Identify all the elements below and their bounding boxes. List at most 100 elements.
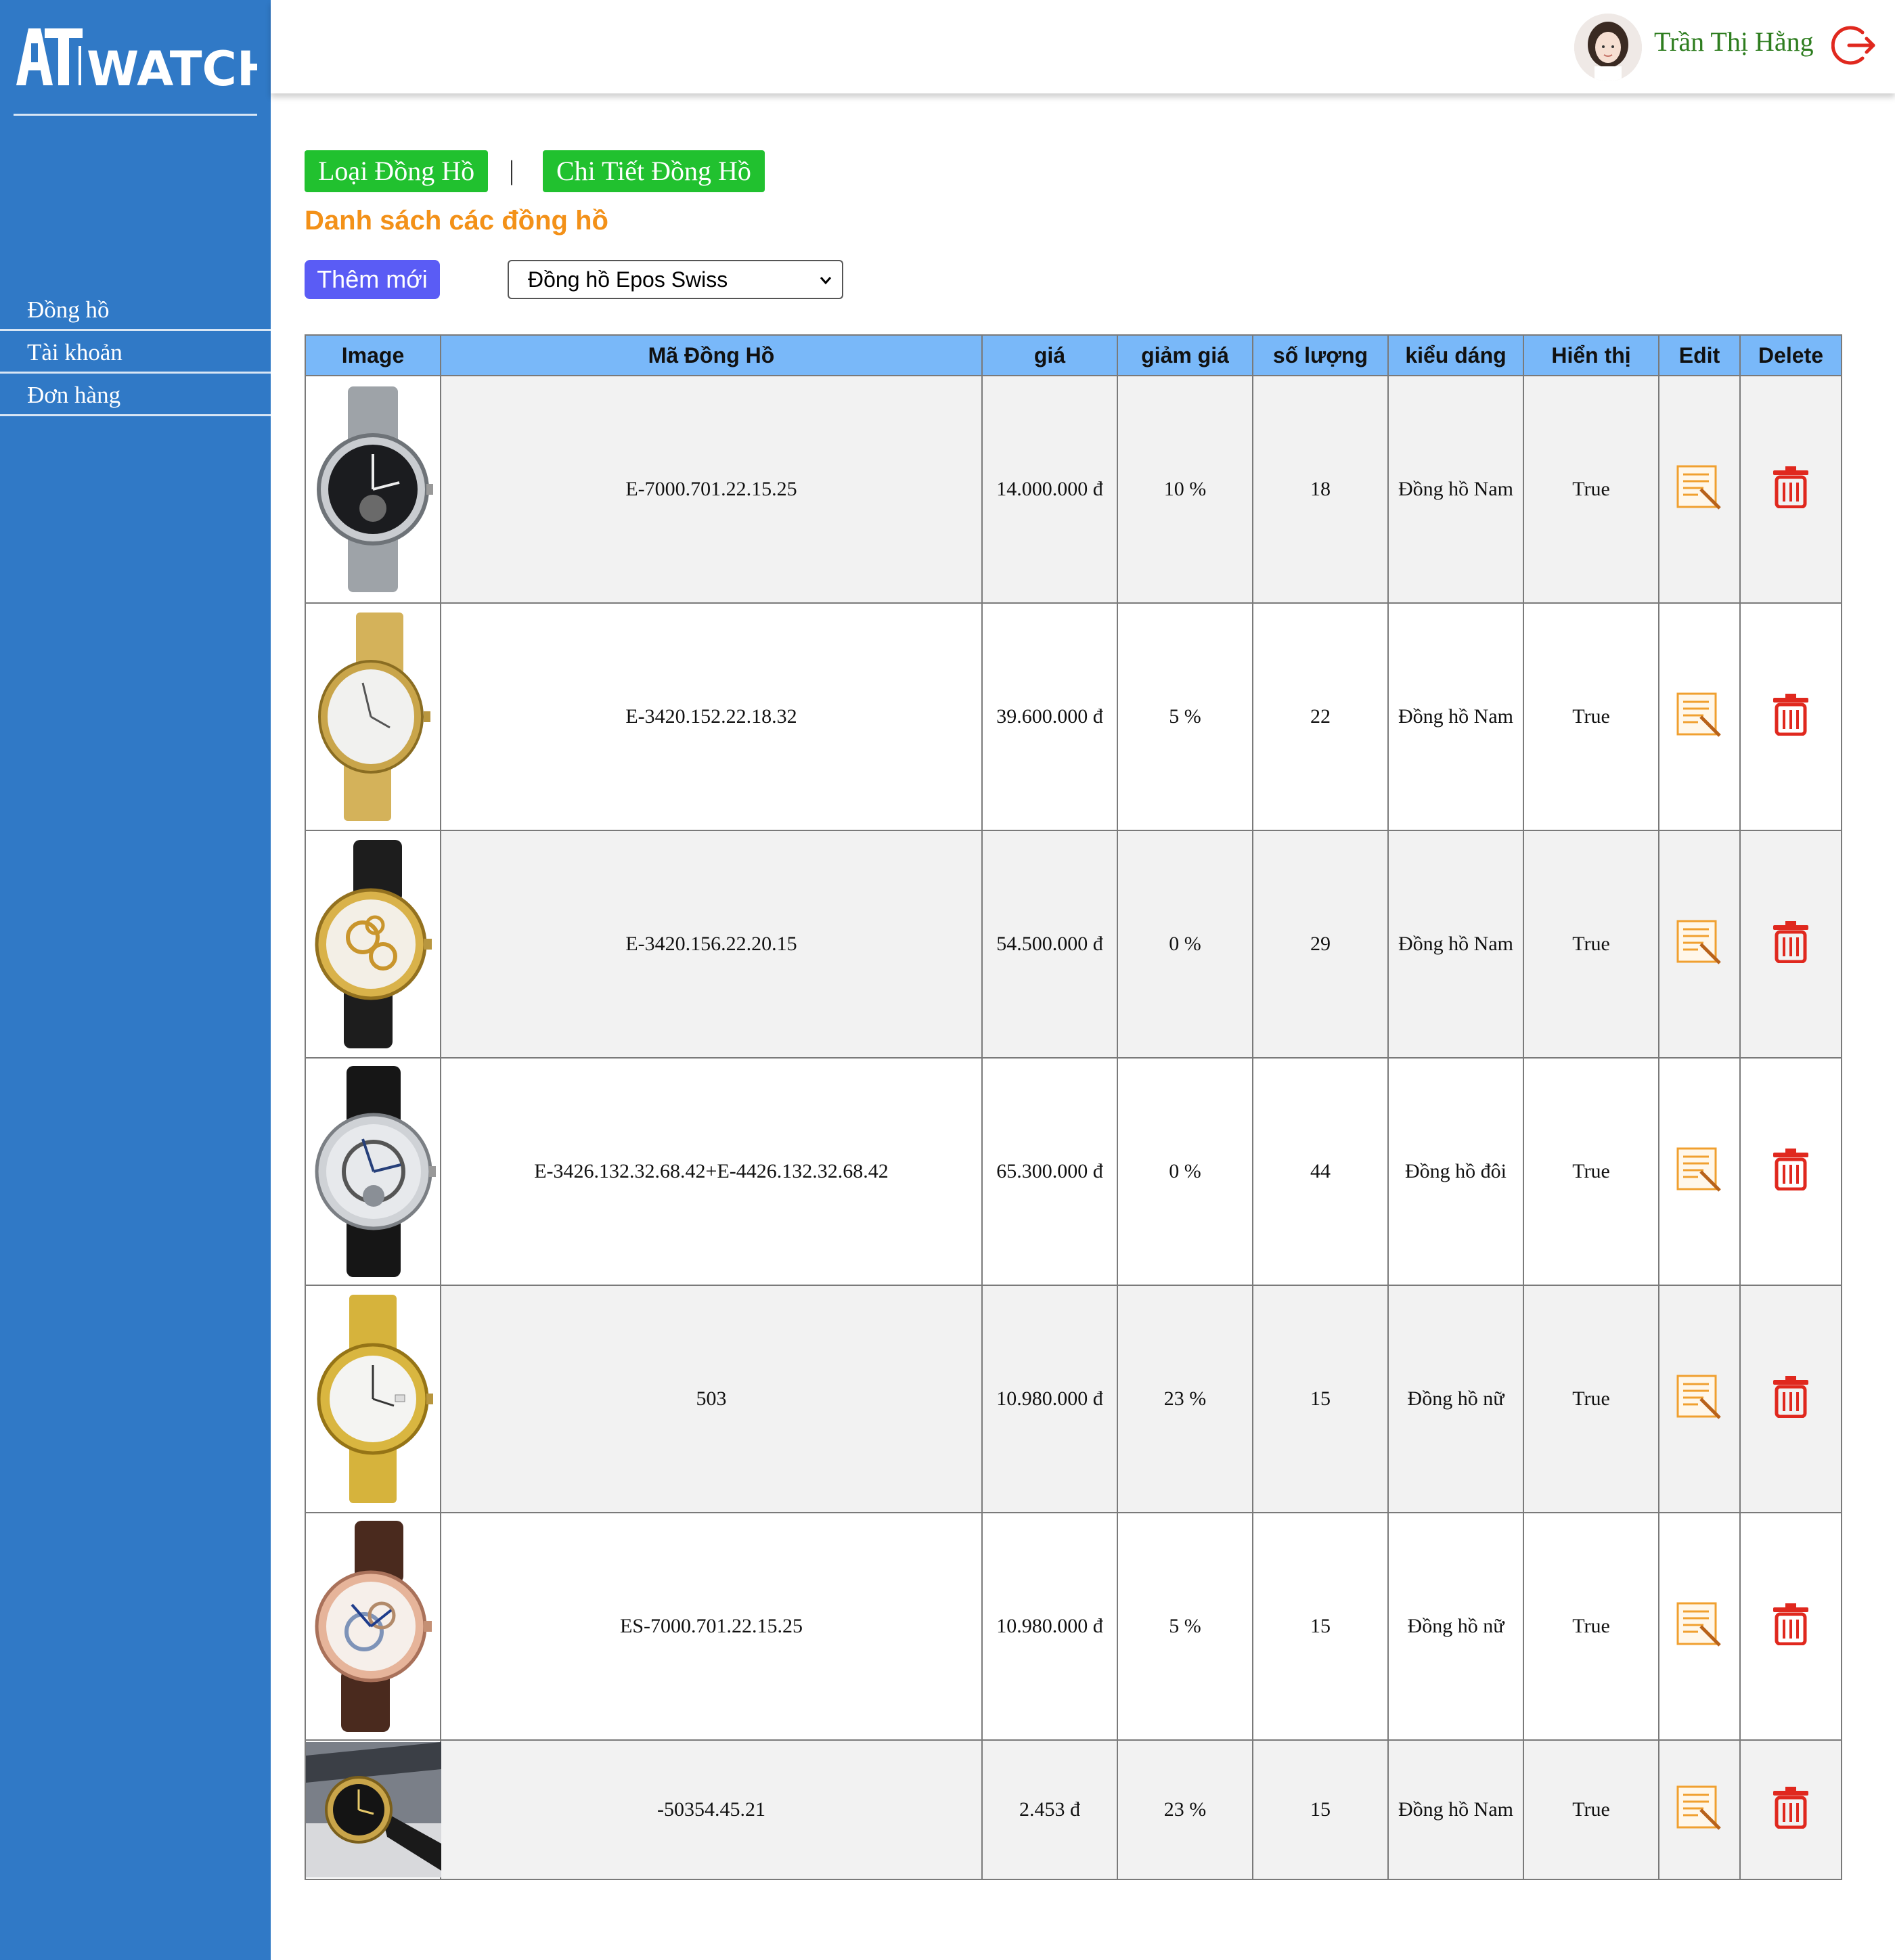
watch-price: 14.000.000 đ bbox=[981, 375, 1118, 604]
watch-style: Đồng hồ đôi bbox=[1387, 1057, 1524, 1286]
logo-divider bbox=[14, 114, 257, 116]
watch-code: -50354.45.21 bbox=[440, 1739, 983, 1880]
watch-image-cell bbox=[305, 1739, 441, 1880]
watch-image-cell bbox=[305, 602, 441, 831]
top-bar: Trần Thị Hằng bbox=[271, 0, 1895, 93]
watch-image-cell bbox=[305, 1512, 441, 1741]
page-title: Danh sách các đồng hồ bbox=[305, 206, 608, 236]
watch-style: Đồng hồ Nam bbox=[1387, 1739, 1524, 1880]
watch-quantity: 44 bbox=[1252, 1057, 1389, 1286]
table-row: E-3426.132.32.68.42+E-4426.132.32.68.42 … bbox=[305, 1057, 1842, 1286]
watch-style: Đồng hồ Nam bbox=[1387, 830, 1524, 1059]
watch-discount: 5 % bbox=[1117, 1512, 1253, 1741]
col-header-price[interactable]: giá bbox=[981, 334, 1118, 376]
watch-style: Đồng hồ Nam bbox=[1387, 602, 1524, 831]
edit-document-icon[interactable] bbox=[1675, 917, 1724, 966]
trash-icon[interactable] bbox=[1772, 1602, 1810, 1645]
sidebar-item-accounts[interactable]: Tài khoản bbox=[0, 331, 271, 374]
add-new-button[interactable]: Thêm mới bbox=[305, 260, 440, 299]
col-header-visible[interactable]: Hiển thị bbox=[1523, 334, 1659, 376]
watch-style: Đồng hồ nữ bbox=[1387, 1285, 1524, 1513]
trash-icon[interactable] bbox=[1772, 465, 1810, 508]
trash-icon[interactable] bbox=[1772, 1375, 1810, 1418]
edit-document-icon[interactable] bbox=[1675, 1599, 1724, 1648]
edit-cell bbox=[1658, 375, 1741, 604]
watch-discount: 5 % bbox=[1117, 602, 1253, 831]
trash-icon[interactable] bbox=[1772, 1785, 1810, 1829]
watch-visible: True bbox=[1523, 1285, 1659, 1513]
watch-thumbnail[interactable] bbox=[309, 1291, 437, 1507]
logout-icon[interactable] bbox=[1831, 23, 1876, 68]
edit-cell bbox=[1658, 1057, 1741, 1286]
watch-quantity: 22 bbox=[1252, 602, 1389, 831]
delete-cell bbox=[1739, 1739, 1842, 1880]
watch-thumbnail[interactable] bbox=[309, 1518, 437, 1735]
watch-discount: 23 % bbox=[1117, 1285, 1253, 1513]
watch-thumbnail[interactable] bbox=[309, 1063, 437, 1280]
col-header-delete[interactable]: Delete bbox=[1739, 334, 1842, 376]
watch-price: 2.453 đ bbox=[981, 1739, 1118, 1880]
edit-document-icon[interactable] bbox=[1675, 690, 1724, 738]
watch-code: E-3426.132.32.68.42+E-4426.132.32.68.42 bbox=[440, 1057, 983, 1286]
edit-cell bbox=[1658, 1739, 1741, 1880]
watch-image-cell bbox=[305, 1057, 441, 1286]
watch-visible: True bbox=[1523, 1739, 1659, 1880]
trash-icon[interactable] bbox=[1772, 692, 1810, 736]
delete-cell bbox=[1739, 1512, 1842, 1741]
table-row: E-3420.152.22.18.32 39.600.000 đ 5 % 22 … bbox=[305, 602, 1842, 831]
col-header-code[interactable]: Mã Đồng Hồ bbox=[440, 334, 983, 376]
watch-table: Image Mã Đồng Hồ giá giảm giá số lượng k… bbox=[305, 334, 1842, 1880]
watch-price: 10.980.000 đ bbox=[981, 1285, 1118, 1513]
watch-thumbnail[interactable] bbox=[309, 381, 437, 598]
table-row: E-3420.156.22.20.15 54.500.000 đ 0 % 29 … bbox=[305, 830, 1842, 1059]
watch-visible: True bbox=[1523, 1512, 1659, 1741]
watch-thumbnail[interactable] bbox=[309, 608, 437, 825]
avatar[interactable] bbox=[1574, 14, 1642, 81]
watch-thumbnail[interactable] bbox=[306, 1742, 441, 1877]
watch-quantity: 15 bbox=[1252, 1512, 1389, 1741]
watch-quantity: 18 bbox=[1252, 375, 1389, 604]
watch-visible: True bbox=[1523, 830, 1659, 1059]
table-row: -50354.45.21 2.453 đ 23 % 15 Đồng hồ Nam… bbox=[305, 1739, 1842, 1880]
watch-price: 65.300.000 đ bbox=[981, 1057, 1118, 1286]
edit-document-icon[interactable] bbox=[1675, 462, 1724, 511]
watch-image-cell bbox=[305, 830, 441, 1059]
watch-style: Đồng hồ Nam bbox=[1387, 375, 1524, 604]
edit-document-icon[interactable] bbox=[1675, 1372, 1724, 1421]
delete-cell bbox=[1739, 1057, 1842, 1286]
svg-text:WATCH: WATCH bbox=[87, 41, 257, 91]
tab-separator: | bbox=[509, 155, 515, 185]
watch-thumbnail[interactable] bbox=[309, 836, 437, 1052]
edit-cell bbox=[1658, 1285, 1741, 1513]
edit-cell bbox=[1658, 1512, 1741, 1741]
col-header-quantity[interactable]: số lượng bbox=[1252, 334, 1389, 376]
sidebar-item-orders[interactable]: Đơn hàng bbox=[0, 374, 271, 416]
brand-logo[interactable]: WATCH bbox=[14, 23, 257, 91]
delete-cell bbox=[1739, 1285, 1842, 1513]
edit-document-icon[interactable] bbox=[1675, 1144, 1724, 1193]
watch-code: E-3420.152.22.18.32 bbox=[440, 602, 983, 831]
delete-cell bbox=[1739, 602, 1842, 831]
col-header-image[interactable]: Image bbox=[305, 334, 441, 376]
col-header-style[interactable]: kiểu dáng bbox=[1387, 334, 1524, 376]
watch-price: 10.980.000 đ bbox=[981, 1512, 1118, 1741]
brand-filter-select[interactable]: Đồng hồ Epos Swiss bbox=[508, 260, 843, 299]
watch-quantity: 15 bbox=[1252, 1285, 1389, 1513]
tab-watch-detail[interactable]: Chi Tiết Đồng Hồ bbox=[543, 150, 765, 192]
edit-document-icon[interactable] bbox=[1675, 1783, 1724, 1831]
watch-price: 39.600.000 đ bbox=[981, 602, 1118, 831]
tab-watch-category[interactable]: Loại Đồng Hồ bbox=[305, 150, 489, 192]
delete-cell bbox=[1739, 375, 1842, 604]
trash-icon[interactable] bbox=[1772, 920, 1810, 963]
avatar-image bbox=[1574, 14, 1642, 81]
watch-image-cell bbox=[305, 1285, 441, 1513]
watch-price: 54.500.000 đ bbox=[981, 830, 1118, 1059]
delete-cell bbox=[1739, 830, 1842, 1059]
trash-icon[interactable] bbox=[1772, 1147, 1810, 1190]
brand-filter-value: Đồng hồ Epos Swiss bbox=[528, 267, 728, 292]
user-name[interactable]: Trần Thị Hằng bbox=[1654, 26, 1814, 58]
col-header-discount[interactable]: giảm giá bbox=[1117, 334, 1253, 376]
sidebar-item-watches[interactable]: Đồng hồ bbox=[0, 288, 271, 331]
table-header-row: Image Mã Đồng Hồ giá giảm giá số lượng k… bbox=[305, 334, 1842, 376]
col-header-edit[interactable]: Edit bbox=[1658, 334, 1741, 376]
